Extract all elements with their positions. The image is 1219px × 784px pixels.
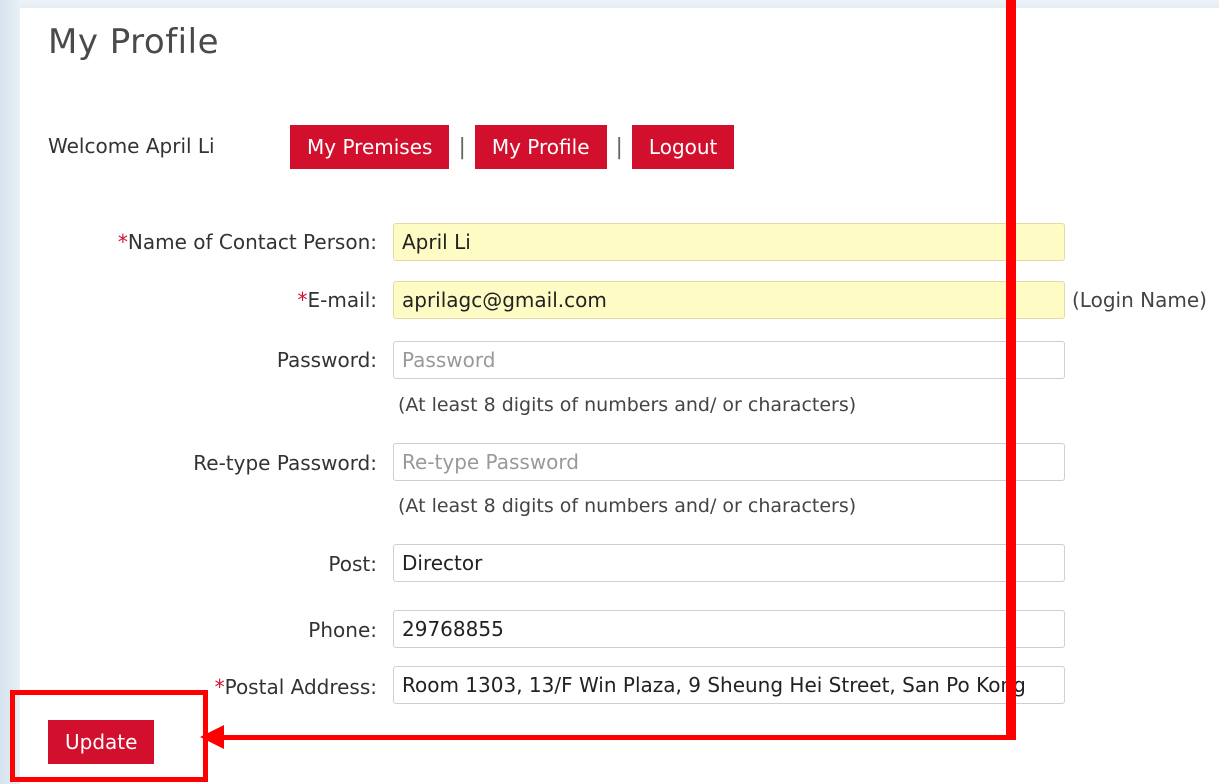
window-background-left bbox=[0, 0, 20, 784]
postal-address-label-text: Postal Address: bbox=[224, 675, 377, 699]
retype-password-label: Re-type Password: bbox=[193, 451, 377, 475]
welcome-text: Welcome April Li bbox=[48, 134, 215, 158]
account-nav: My Premises | My Profile | Logout bbox=[290, 125, 735, 169]
post-input[interactable] bbox=[393, 544, 1065, 582]
email-label: *E-mail: bbox=[298, 288, 377, 312]
required-marker: * bbox=[117, 230, 128, 254]
required-marker: * bbox=[214, 675, 225, 699]
annotation-arrow-icon bbox=[200, 725, 224, 749]
my-profile-button[interactable]: My Profile bbox=[474, 125, 607, 169]
phone-input[interactable] bbox=[393, 610, 1065, 648]
postal-address-label: *Postal Address: bbox=[215, 675, 377, 699]
required-marker: * bbox=[297, 288, 308, 312]
contact-person-input[interactable] bbox=[393, 223, 1065, 261]
email-label-text: E-mail: bbox=[307, 288, 377, 312]
password-label: Password: bbox=[276, 348, 377, 372]
contact-person-label-text: Name of Contact Person: bbox=[127, 230, 377, 254]
password-input[interactable] bbox=[393, 341, 1065, 379]
annotation-bracket bbox=[1006, 0, 1016, 740]
contact-person-label: *Name of Contact Person: bbox=[118, 230, 377, 254]
my-premises-button[interactable]: My Premises bbox=[290, 125, 450, 169]
phone-label: Phone: bbox=[308, 618, 377, 642]
password-hint: (At least 8 digits of numbers and/ or ch… bbox=[398, 394, 857, 416]
retype-password-input[interactable] bbox=[393, 443, 1065, 481]
login-name-note: (Login Name) bbox=[1072, 288, 1207, 312]
retype-password-hint: (At least 8 digits of numbers and/ or ch… bbox=[398, 495, 857, 517]
page-title: My Profile bbox=[48, 22, 219, 62]
annotation-highlight-box bbox=[10, 690, 208, 782]
nav-separator: | bbox=[458, 134, 466, 160]
postal-address-input[interactable] bbox=[393, 666, 1065, 704]
annotation-connector-line bbox=[212, 735, 1016, 740]
nav-separator: | bbox=[615, 134, 623, 160]
email-input[interactable] bbox=[393, 281, 1065, 319]
logout-button[interactable]: Logout bbox=[631, 125, 735, 169]
post-label: Post: bbox=[328, 552, 377, 576]
